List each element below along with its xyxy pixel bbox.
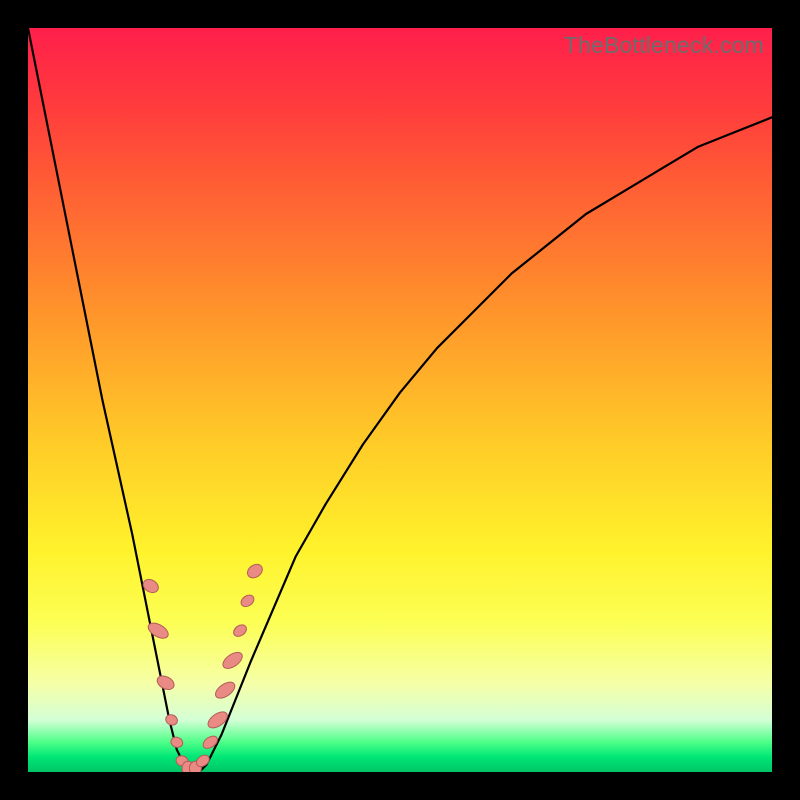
curve-overlay <box>28 28 772 772</box>
data-marker <box>201 734 220 751</box>
data-marker <box>164 713 179 727</box>
data-marker <box>220 649 245 671</box>
plot-area: TheBottleneck.com <box>28 28 772 772</box>
data-marker <box>155 673 177 692</box>
data-marker <box>213 679 238 701</box>
data-marker <box>169 735 184 749</box>
data-marker <box>205 709 230 731</box>
data-marker <box>245 562 265 581</box>
bottleneck-curve <box>28 28 772 772</box>
chart-frame: TheBottleneck.com <box>0 0 800 800</box>
data-marker <box>239 593 256 609</box>
data-marker <box>231 623 248 639</box>
